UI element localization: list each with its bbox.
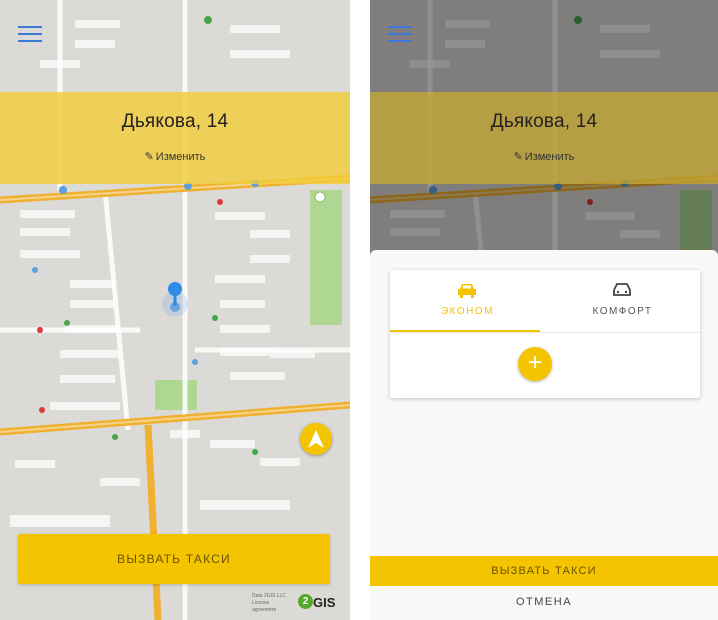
menu-button[interactable] (18, 26, 42, 44)
edit-label: Изменить (155, 151, 206, 163)
tab-comfort[interactable]: КОМФОРТ (545, 270, 700, 332)
map-attribution[interactable]: Data 2GIS LLC License agreement (252, 593, 292, 614)
edit-label: Изменить (524, 151, 575, 163)
address-banner: Дьякова, 14 ✎ Изменить (0, 92, 350, 184)
pencil-icon: ✎ (144, 151, 154, 163)
call-taxi-button[interactable]: ВЫЗВАТЬ ТАКСИ (370, 556, 718, 586)
cancel-button[interactable]: ОТМЕНА (370, 596, 718, 616)
menu-button-dimmed (388, 26, 412, 44)
location-pin-icon[interactable] (160, 280, 190, 317)
tab-comfort-label: КОМФОРТ (592, 306, 653, 317)
car-icon (458, 284, 476, 298)
pencil-icon: ✎ (513, 151, 523, 163)
hamburger-icon (18, 26, 42, 28)
map-screen-right: Дьякова, 14 ✎ Изменить ЭКОНОМ КОМФОРТ + … (370, 0, 718, 620)
call-taxi-button[interactable]: ВЫЗВАТЬ ТАКСИ (18, 534, 330, 584)
address-label: Дьякова, 14 (121, 111, 229, 132)
edit-address-link: ✎ Изменить (370, 150, 718, 163)
edit-address-link[interactable]: ✎ Изменить (0, 150, 350, 163)
tab-econom[interactable]: ЭКОНОМ (390, 270, 545, 332)
add-option-button[interactable]: + (518, 347, 552, 381)
navigation-arrow-icon[interactable] (300, 423, 332, 455)
address-banner: Дьякова, 14 ✎ Изменить (370, 92, 718, 184)
tariff-card: ЭКОНОМ КОМФОРТ + (390, 270, 700, 398)
car-icon (613, 283, 631, 296)
card-divider (390, 332, 700, 333)
address-label: Дьякова, 14 (490, 111, 598, 132)
map-logo-text: GIS (313, 595, 336, 610)
tab-econom-label: ЭКОНОМ (440, 306, 494, 317)
hamburger-icon (388, 26, 412, 28)
order-sheet: ЭКОНОМ КОМФОРТ + ВЫЗВАТЬ ТАКСИ ОТМЕНА (370, 250, 718, 620)
map-screen-left: Дьякова, 14 ✎ Изменить ВЫЗВАТЬ ТАКСИ Data… (0, 0, 350, 620)
